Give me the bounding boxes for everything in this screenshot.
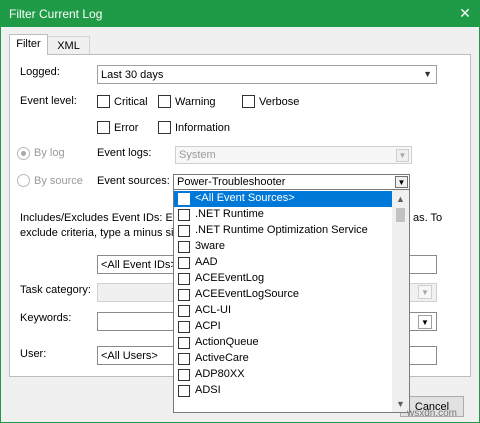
source-label: <All Event Sources> bbox=[195, 192, 295, 204]
event-ids-help-text-line2: exclude criteria, type a minus sig bbox=[20, 227, 180, 239]
list-item[interactable]: ADP80XX bbox=[174, 367, 394, 383]
event-sources-value: Power-Troubleshooter bbox=[177, 176, 286, 188]
list-item[interactable]: ActiveCare bbox=[174, 351, 394, 367]
list-item[interactable]: AAD bbox=[174, 255, 394, 271]
by-log-radio[interactable] bbox=[17, 147, 30, 160]
watermark-text: wsxdn.com bbox=[407, 408, 458, 419]
event-sources-label: Event sources: bbox=[97, 175, 170, 187]
window-title: Filter Current Log bbox=[9, 7, 103, 21]
event-logs-value: System bbox=[179, 149, 216, 161]
source-checkbox[interactable] bbox=[178, 385, 190, 397]
scrollbar-thumb[interactable] bbox=[396, 208, 405, 222]
source-checkbox[interactable] bbox=[178, 305, 190, 317]
source-label: ActionQueue bbox=[195, 336, 259, 348]
critical-label: Critical bbox=[114, 96, 148, 108]
task-category-label: Task category: bbox=[20, 284, 91, 296]
list-item[interactable]: ACEEventLog bbox=[174, 271, 394, 287]
event-sources-list[interactable]: <All Event Sources> .NET Runtime .NET Runt… bbox=[173, 189, 410, 413]
warning-label: Warning bbox=[175, 96, 216, 108]
event-level-label: Event level: bbox=[20, 95, 77, 107]
source-label: ACL-UI bbox=[195, 304, 232, 316]
chevron-down-icon[interactable]: ▼ bbox=[395, 176, 408, 188]
event-ids-value: <All Event IDs> bbox=[101, 259, 177, 271]
verbose-label: Verbose bbox=[259, 96, 300, 108]
source-checkbox[interactable] bbox=[178, 225, 190, 237]
chevron-down-icon: ▼ bbox=[418, 315, 432, 329]
tab-filter[interactable]: Filter bbox=[9, 34, 48, 55]
information-label: Information bbox=[175, 122, 231, 134]
event-logs-dropdown[interactable]: System ▼ bbox=[175, 146, 412, 164]
source-label: ADP80XX bbox=[195, 368, 245, 380]
source-label: AAD bbox=[195, 256, 218, 268]
information-checkbox[interactable] bbox=[158, 121, 171, 134]
source-checkbox[interactable] bbox=[178, 209, 190, 221]
scroll-up-icon[interactable]: ▲ bbox=[392, 190, 409, 207]
list-item[interactable]: ADSI bbox=[174, 383, 394, 399]
keywords-label: Keywords: bbox=[20, 312, 72, 324]
source-checkbox[interactable] bbox=[178, 257, 190, 269]
by-log-label: By log bbox=[34, 147, 65, 159]
source-label: ACPI bbox=[195, 320, 221, 332]
chevron-down-icon: ▼ bbox=[423, 69, 432, 79]
chevron-down-icon: ▼ bbox=[396, 149, 409, 162]
by-source-radio[interactable] bbox=[17, 174, 30, 187]
event-ids-help-text: Includes/Excludes Event IDs: Ente bbox=[20, 212, 189, 224]
verbose-checkbox[interactable] bbox=[242, 95, 255, 108]
event-logs-label: Event logs: bbox=[97, 147, 152, 159]
chevron-down-icon: ▼ bbox=[418, 285, 432, 299]
list-item[interactable]: <All Event Sources> bbox=[174, 191, 394, 207]
list-item[interactable]: .NET Runtime bbox=[174, 207, 394, 223]
source-checkbox[interactable] bbox=[178, 321, 190, 333]
list-item[interactable]: .NET Runtime Optimization Service bbox=[174, 223, 394, 239]
source-label: ActiveCare bbox=[195, 352, 249, 364]
source-checkbox[interactable] bbox=[178, 289, 190, 301]
source-checkbox[interactable] bbox=[178, 369, 190, 381]
event-sources-dropdown[interactable]: Power-Troubleshooter ▼ bbox=[173, 174, 410, 190]
source-checkbox[interactable] bbox=[178, 193, 190, 205]
source-label: .NET Runtime Optimization Service bbox=[195, 224, 368, 236]
source-label: ADSI bbox=[195, 384, 221, 396]
title-bar: Filter Current Log ✕ bbox=[0, 0, 480, 27]
source-label: ACEEventLogSource bbox=[195, 288, 299, 300]
source-label: 3ware bbox=[195, 240, 225, 252]
source-checkbox[interactable] bbox=[178, 273, 190, 285]
error-checkbox[interactable] bbox=[97, 121, 110, 134]
close-icon[interactable]: ✕ bbox=[450, 0, 480, 27]
logged-label: Logged: bbox=[20, 66, 60, 78]
warning-checkbox[interactable] bbox=[158, 95, 171, 108]
by-source-label: By source bbox=[34, 175, 83, 187]
source-label: .NET Runtime bbox=[195, 208, 264, 220]
logged-dropdown[interactable]: Last 30 days ▼ bbox=[97, 65, 437, 84]
source-checkbox[interactable] bbox=[178, 353, 190, 365]
list-scrollbar[interactable]: ▲ ▼ bbox=[392, 190, 409, 412]
list-item[interactable]: ACEEventLogSource bbox=[174, 287, 394, 303]
critical-checkbox[interactable] bbox=[97, 95, 110, 108]
list-item[interactable]: ACL-UI bbox=[174, 303, 394, 319]
event-ids-help-text-end: as. To bbox=[413, 212, 443, 224]
list-item[interactable]: ActionQueue bbox=[174, 335, 394, 351]
tab-xml[interactable]: XML bbox=[47, 36, 90, 55]
user-value: <All Users> bbox=[101, 350, 158, 362]
user-label: User: bbox=[20, 348, 47, 360]
window-border-left bbox=[0, 27, 1, 423]
list-item[interactable]: 3ware bbox=[174, 239, 394, 255]
source-checkbox[interactable] bbox=[178, 337, 190, 349]
logged-value: Last 30 days bbox=[101, 69, 164, 81]
source-checkbox[interactable] bbox=[178, 241, 190, 253]
source-label: ACEEventLog bbox=[195, 272, 265, 284]
list-item[interactable]: ACPI bbox=[174, 319, 394, 335]
error-label: Error bbox=[114, 122, 139, 134]
